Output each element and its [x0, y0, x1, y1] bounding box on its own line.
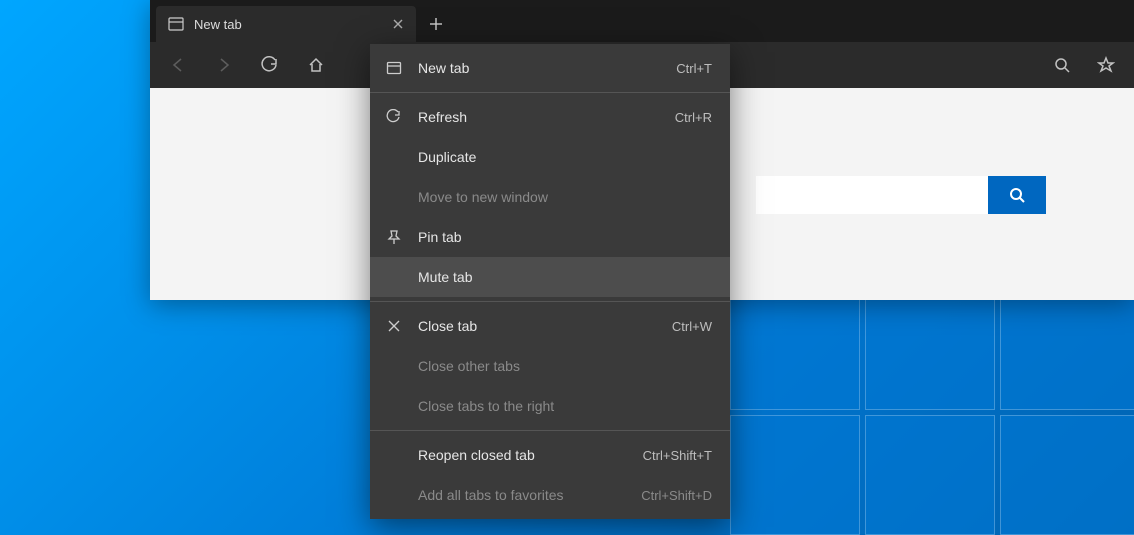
- ctx-item-label: Refresh: [418, 109, 661, 125]
- new-tab-button[interactable]: [416, 6, 456, 42]
- ctx-separator: [370, 430, 730, 431]
- tab-active[interactable]: New tab: [156, 6, 416, 42]
- ctx-item-shortcut: Ctrl+Shift+D: [641, 488, 712, 503]
- ctx-item-label: Move to new window: [418, 189, 698, 205]
- ctx-item-move-to-new-window: Move to new window: [370, 177, 730, 217]
- ctx-item-label: Close tab: [418, 318, 658, 334]
- tab-context-menu: New tab Ctrl+T Refresh Ctrl+R Duplicate Move …: [370, 44, 730, 519]
- ctx-item-shortcut: Ctrl+T: [676, 61, 712, 76]
- ctx-item-duplicate[interactable]: Duplicate: [370, 137, 730, 177]
- zoom-icon[interactable]: [1042, 45, 1082, 85]
- search-input[interactable]: [756, 176, 988, 214]
- ctx-item-label: Pin tab: [418, 229, 698, 245]
- ctx-item-mute-tab[interactable]: Mute tab: [370, 257, 730, 297]
- search-button[interactable]: [988, 176, 1046, 214]
- ctx-item-close-tab[interactable]: Close tab Ctrl+W: [370, 306, 730, 346]
- pin-icon: [384, 229, 404, 245]
- tab-title: New tab: [194, 17, 242, 32]
- ctx-item-shortcut: Ctrl+Shift+T: [643, 448, 712, 463]
- ctx-item-label: Reopen closed tab: [418, 447, 629, 463]
- ctx-item-label: Close tabs to the right: [418, 398, 698, 414]
- refresh-button[interactable]: [250, 45, 290, 85]
- home-button[interactable]: [296, 45, 336, 85]
- ctx-separator: [370, 301, 730, 302]
- ctx-separator: [370, 92, 730, 93]
- close-icon: [384, 318, 404, 334]
- ctx-item-shortcut: Ctrl+W: [672, 319, 712, 334]
- ctx-item-shortcut: Ctrl+R: [675, 110, 712, 125]
- tab-close-button[interactable]: [392, 18, 404, 30]
- tab-bar: New tab: [150, 0, 1134, 42]
- favorites-icon[interactable]: [1086, 45, 1126, 85]
- ctx-item-add-all-tabs-to-favorites: Add all tabs to favorites Ctrl+Shift+D: [370, 475, 730, 515]
- ctx-item-new-tab[interactable]: New tab Ctrl+T: [370, 48, 730, 88]
- ctx-item-label: Duplicate: [418, 149, 698, 165]
- ctx-item-label: Close other tabs: [418, 358, 698, 374]
- refresh-icon: [384, 109, 404, 125]
- desktop-tiles: [730, 290, 1134, 535]
- ctx-item-close-tabs-to-the-right: Close tabs to the right: [370, 386, 730, 426]
- new-tab-icon: [384, 60, 404, 76]
- tab-page-icon: [168, 16, 184, 32]
- ctx-item-reopen-closed-tab[interactable]: Reopen closed tab Ctrl+Shift+T: [370, 435, 730, 475]
- ctx-item-close-other-tabs: Close other tabs: [370, 346, 730, 386]
- forward-button[interactable]: [204, 45, 244, 85]
- ctx-item-refresh[interactable]: Refresh Ctrl+R: [370, 97, 730, 137]
- ctx-item-label: Mute tab: [418, 269, 698, 285]
- ctx-item-label: Add all tabs to favorites: [418, 487, 627, 503]
- ctx-item-label: New tab: [418, 60, 662, 76]
- search-bar: [756, 176, 1046, 214]
- ctx-item-pin-tab[interactable]: Pin tab: [370, 217, 730, 257]
- back-button[interactable]: [158, 45, 198, 85]
